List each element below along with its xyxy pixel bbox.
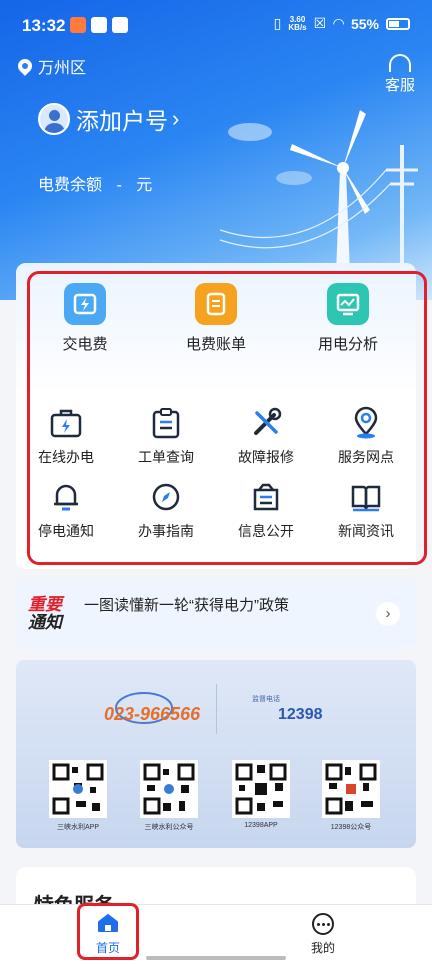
outage-notice-button[interactable]: 停电通知 — [16, 480, 116, 541]
qr-code — [140, 760, 198, 818]
home-icon — [97, 913, 119, 933]
electricity-bill-label: 电费账单 — [185, 336, 246, 353]
avatar — [38, 103, 70, 135]
service-guide-button[interactable]: 办事指南 — [116, 480, 216, 541]
bill-icon — [195, 283, 237, 325]
location-pin-icon — [349, 406, 383, 440]
balance-label: 电费余额 — [38, 177, 103, 194]
important-notice[interactable]: 重要 通知 一图读懂新一轮“获得电力”政策 › — [16, 578, 416, 650]
qr-label: 12398公众号 — [330, 824, 372, 831]
bell-icon — [49, 480, 83, 514]
tab-me-label: 我的 — [310, 941, 335, 955]
service-guide-label: 办事指南 — [138, 523, 194, 539]
no-sim-icon: ☒ — [313, 15, 327, 31]
tab-home[interactable]: 首页 — [78, 913, 138, 956]
pay-electricity-label: 交电费 — [62, 336, 108, 353]
briefcase-bolt-icon — [49, 406, 83, 440]
customer-service-label: 客服 — [384, 77, 415, 94]
notification-mail-icon — [112, 17, 128, 33]
usage-analysis-label: 用电分析 — [317, 336, 378, 353]
compass-icon — [149, 480, 183, 514]
notice-text: 一图读懂新一轮“获得电力”政策 — [84, 597, 289, 614]
qr-code — [49, 760, 107, 818]
notification-app-icon — [70, 17, 86, 33]
location-name: 万州区 — [38, 60, 87, 77]
service-menu-card: 交电费 电费账单 用电分析 在线办电 工单查询 故障报修 服务网点 停电通知 办… — [16, 263, 416, 569]
work-order-query-button[interactable]: 工单查询 — [116, 406, 216, 467]
net-speed: 3.60 KB/s — [288, 14, 307, 32]
online-application-button[interactable]: 在线办电 — [16, 406, 116, 467]
qr-label: 三峡水利公众号 — [144, 824, 194, 831]
hotline-tag: 监督电话 — [252, 696, 280, 703]
battery-icon — [386, 17, 410, 30]
fault-repair-label: 故障报修 — [238, 449, 294, 465]
status-time: 13:32 — [22, 16, 66, 35]
status-bar: 13:32 ▯ 3.60 KB/s ☒ ◠ 55% — [0, 0, 432, 50]
balance-row: 电费余额 - 元 — [38, 171, 162, 195]
location-selector[interactable]: 万州区 — [15, 54, 87, 78]
outage-notice-label: 停电通知 — [38, 523, 94, 539]
wallet-bolt-icon — [64, 283, 106, 325]
status-right: ▯ 3.60 KB/s ☒ ◠ 55% — [274, 15, 410, 32]
balance-value: - — [116, 177, 122, 194]
headset-icon — [389, 54, 411, 72]
qr-code — [322, 760, 380, 818]
promo-banner[interactable]: 023-966566 监督电话 12398 三峡水利APP 三峡水利公众号 12… — [16, 660, 416, 848]
wifi-icon: ◠ — [333, 15, 344, 31]
balance-unit: 元 — [136, 177, 153, 194]
qr-code — [232, 760, 290, 818]
work-order-query-label: 工单查询 — [138, 449, 194, 465]
more-dots-icon — [312, 913, 334, 935]
info-disclosure-button[interactable]: 信息公开 — [216, 480, 316, 541]
phone-number: 023-966566 — [104, 704, 201, 724]
gesture-bar — [146, 956, 286, 960]
tab-home-label: 首页 — [95, 941, 120, 955]
electricity-bill-button[interactable]: 电费账单 — [166, 283, 266, 354]
chevron-right-icon: › — [172, 106, 180, 131]
qr-label: 三峡水利APP — [56, 824, 99, 831]
tab-me[interactable]: 我的 — [293, 913, 353, 956]
battery-percent: 55% — [350, 15, 379, 32]
notification-app-icon — [91, 17, 107, 33]
monitor-chart-icon — [327, 283, 369, 325]
add-account-button[interactable]: 添加户号 › — [38, 102, 179, 136]
online-application-label: 在线办电 — [38, 449, 94, 465]
customer-service-button[interactable]: 客服 — [384, 52, 416, 95]
qr-label: 12398APP — [244, 822, 278, 829]
open-book-icon — [349, 480, 383, 514]
location-pin-icon — [15, 56, 35, 76]
pay-electricity-button[interactable]: 交电费 — [35, 283, 135, 354]
info-disclosure-label: 信息公开 — [238, 523, 294, 539]
service-outlet-label: 服务网点 — [338, 449, 394, 465]
bottom-tab-bar: 首页 我的 — [0, 904, 432, 964]
news-label: 新闻资讯 — [338, 523, 394, 539]
vibrate-icon: ▯ — [273, 15, 282, 31]
clipboard-list-icon — [149, 406, 183, 440]
banner-divider — [216, 684, 217, 734]
service-outlet-button[interactable]: 服务网点 — [316, 406, 416, 467]
add-account-label: 添加户号 — [76, 108, 168, 134]
hotline-number: 12398 — [278, 706, 323, 723]
fault-repair-button[interactable]: 故障报修 — [216, 406, 316, 467]
header-banner: 13:32 ▯ 3.60 KB/s ☒ ◠ 55% 万州区 客服 添加户号 › … — [0, 0, 432, 300]
wrench-screwdriver-icon — [249, 406, 283, 440]
chevron-right-icon[interactable]: › — [376, 602, 400, 626]
news-button[interactable]: 新闻资讯 — [316, 480, 416, 541]
document-tray-icon — [249, 480, 283, 514]
notice-tag: 重要 通知 — [28, 595, 62, 632]
usage-analysis-button[interactable]: 用电分析 — [298, 283, 398, 354]
